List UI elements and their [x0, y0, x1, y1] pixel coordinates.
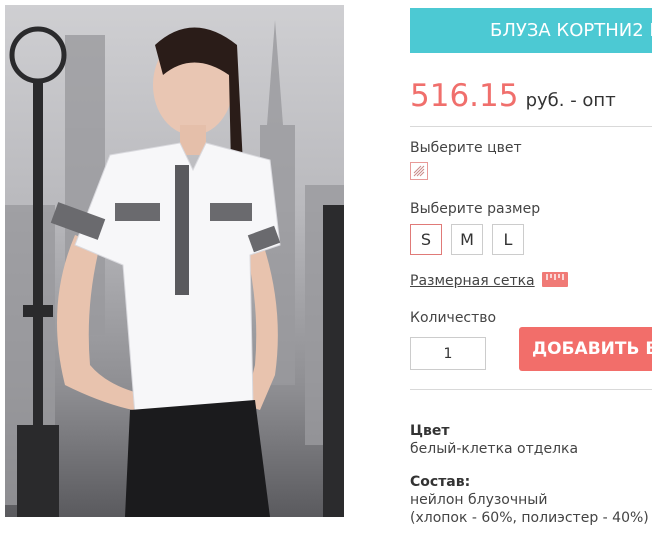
spec-composition-title: Состав:: [410, 474, 471, 490]
model-illustration: [5, 20, 344, 517]
spec-color-value: белый-клетка отделка: [410, 441, 579, 457]
color-swatch[interactable]: [410, 162, 428, 180]
color-label: Выберите цвет: [410, 140, 522, 156]
divider: [410, 389, 652, 390]
size-option-l[interactable]: L: [492, 224, 524, 255]
swatch-pattern-icon: [411, 163, 427, 179]
price-row: 516.15 руб. - опт: [410, 78, 616, 114]
product-photo[interactable]: [5, 5, 344, 517]
price-unit: руб. - опт: [525, 90, 616, 111]
spec-color-title: Цвет: [410, 423, 450, 439]
size-option-m[interactable]: M: [451, 224, 483, 255]
divider: [410, 126, 652, 127]
quantity-input[interactable]: [410, 337, 486, 370]
ruler-icon[interactable]: [542, 272, 568, 287]
spec-composition-line1: нейлон блузочный: [410, 492, 548, 508]
quantity-label: Количество: [410, 310, 497, 326]
size-chart-link[interactable]: Размерная сетка: [410, 273, 535, 289]
size-options: S M L: [410, 224, 524, 255]
product-title: БЛУЗА КОРТНИ2 НОВЫЙ: [410, 8, 652, 53]
size-label: Выберите размер: [410, 201, 541, 217]
price-value: 516.15: [410, 78, 519, 114]
spec-composition-line2: (хлопок - 60%, полиэстер - 40%): [410, 510, 649, 526]
size-option-s[interactable]: S: [410, 224, 442, 255]
add-to-cart-button[interactable]: ДОБАВИТЬ В КОРЗИНУ: [519, 327, 652, 371]
